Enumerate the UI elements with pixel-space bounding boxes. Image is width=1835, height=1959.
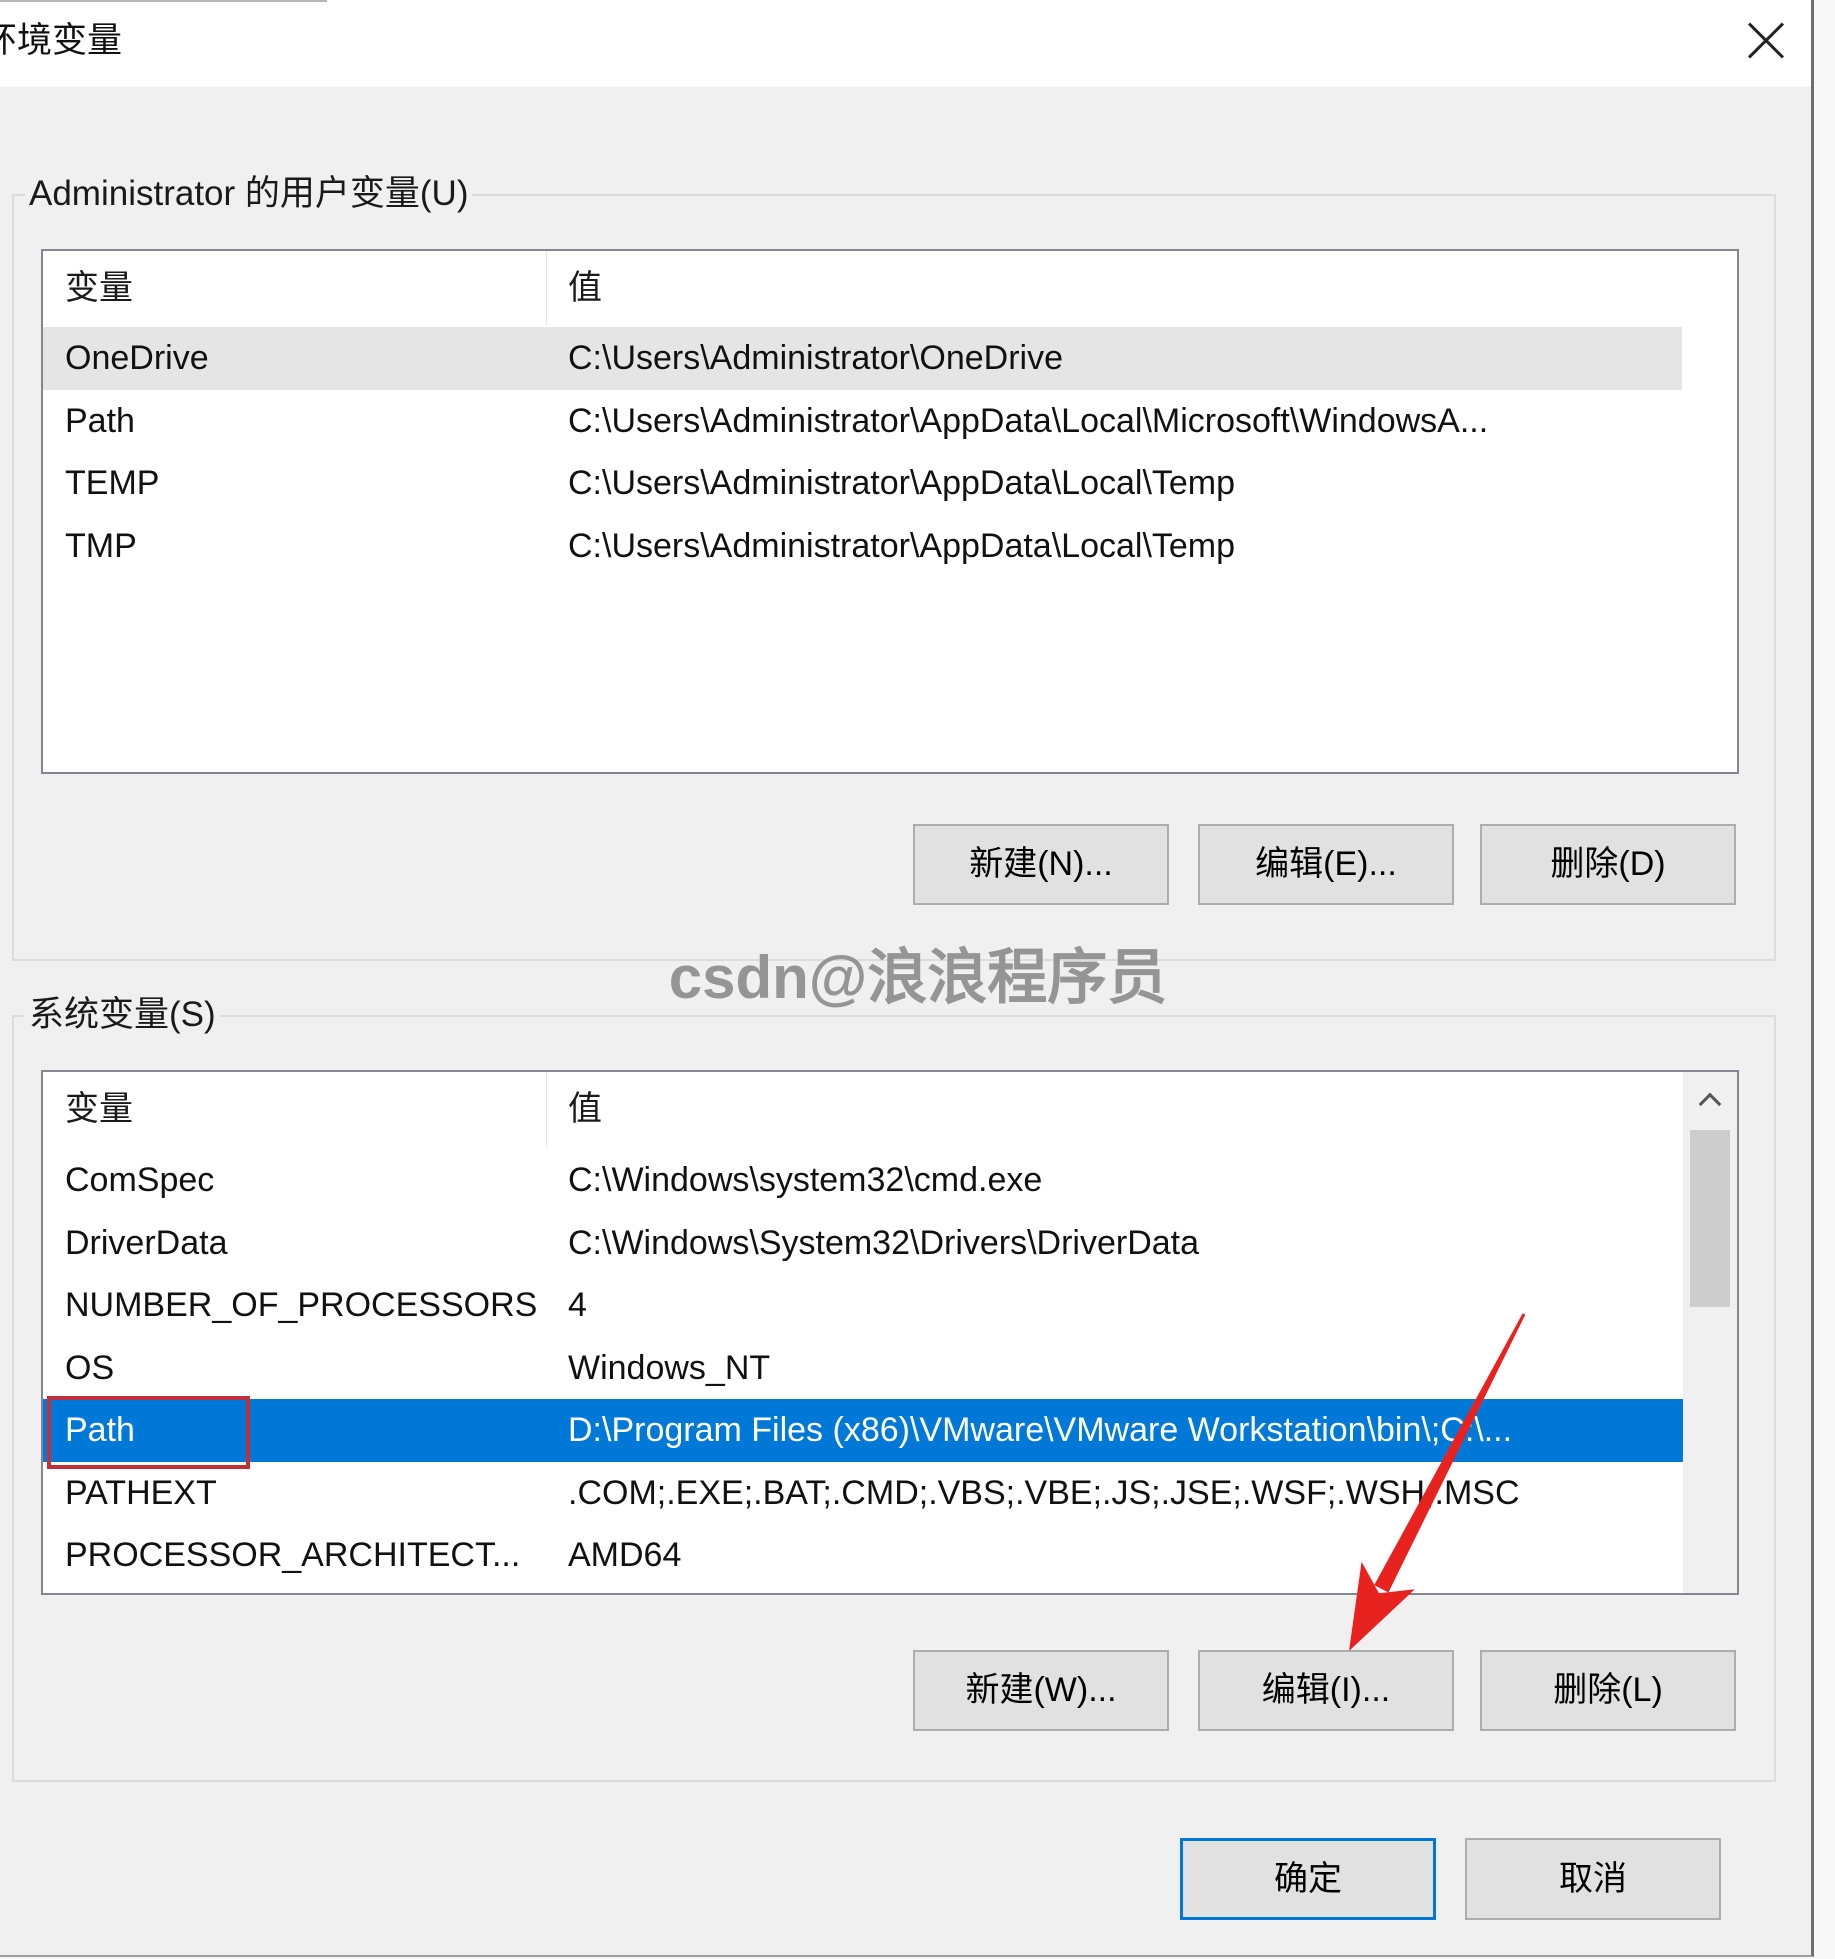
user-new-button[interactable]: 新建(N)...	[913, 824, 1169, 905]
window-title: 环境变量	[0, 21, 123, 60]
scroll-up-button[interactable]	[1683, 1072, 1737, 1128]
list-header: 变量 值	[43, 1072, 1683, 1147]
variable-value: Windows_NT	[568, 1348, 771, 1387]
user-edit-button[interactable]: 编辑(E)...	[1198, 824, 1454, 905]
environment-variables-dialog: 环境变量 Administrator 的用户变量(U) 变量 值 OneDriv…	[0, 0, 1814, 1957]
variable-value: C:\Users\Administrator\OneDrive	[568, 339, 1064, 377]
variable-value: C:\Users\Administrator\AppData\Local\Tem…	[568, 526, 1236, 565]
user-variables-label: Administrator 的用户变量(U)	[25, 171, 473, 217]
column-header-value[interactable]: 值	[547, 1072, 1683, 1147]
variable-name: DriverData	[65, 1223, 228, 1262]
table-row[interactable]: Path C:\Users\Administrator\AppData\Loca…	[43, 390, 1682, 453]
column-header-value[interactable]: 值	[547, 251, 1682, 325]
window-top-edge	[0, 0, 327, 2]
variable-name: NUMBER_OF_PROCESSORS	[65, 1286, 538, 1324]
title-bar[interactable]: 环境变量	[0, 0, 1811, 87]
scrollbar-thumb[interactable]	[1690, 1130, 1730, 1307]
variable-name: Path	[65, 401, 135, 440]
table-row[interactable]: TEMP C:\Users\Administrator\AppData\Loca…	[43, 452, 1682, 515]
variable-name: TMP	[65, 526, 137, 565]
table-row[interactable]: OS Windows_NT	[43, 1337, 1683, 1400]
vertical-scrollbar[interactable]	[1683, 1072, 1737, 1593]
cancel-button[interactable]: 取消	[1465, 1838, 1721, 1920]
table-row[interactable]: OneDrive C:\Users\Administrator\OneDrive	[43, 327, 1682, 390]
ok-button[interactable]: 确定	[1180, 1838, 1436, 1920]
variable-name: ComSpec	[65, 1161, 215, 1199]
system-variables-label: 系统变量(S)	[25, 992, 220, 1038]
variable-value: C:\Windows\System32\Drivers\DriverData	[568, 1223, 1200, 1262]
highlight-box-annotation	[47, 1396, 250, 1469]
watermark-text: csdn@浪浪程序员	[668, 944, 1168, 1011]
user-delete-button[interactable]: 删除(D)	[1480, 824, 1736, 905]
variable-value: C:\Users\Administrator\AppData\Local\Mic…	[568, 401, 1489, 440]
list-header: 变量 值	[43, 251, 1682, 325]
variable-name: PROCESSOR_ARCHITECT...	[65, 1536, 521, 1574]
list-rows: OneDrive C:\Users\Administrator\OneDrive…	[43, 327, 1682, 577]
system-delete-button[interactable]: 删除(L)	[1480, 1650, 1736, 1731]
variable-value: .COM;.EXE;.BAT;.CMD;.VBS;.VBE;.JS;.JSE;.…	[568, 1473, 1520, 1512]
variable-value: C:\Windows\system32\cmd.exe	[568, 1161, 1043, 1199]
table-row[interactable]: PATHEXT .COM;.EXE;.BAT;.CMD;.VBS;.VBE;.J…	[43, 1462, 1683, 1525]
variable-name: PATHEXT	[65, 1473, 217, 1512]
system-edit-button[interactable]: 编辑(I)...	[1198, 1650, 1454, 1731]
variable-name: OneDrive	[65, 339, 209, 377]
variable-value: D:\Program Files (x86)\VMware\VMware Wor…	[568, 1411, 1513, 1449]
variable-name: TEMP	[65, 464, 160, 502]
chevron-up-icon	[1698, 1092, 1722, 1116]
table-row[interactable]: PROCESSOR_ARCHITECT... AMD64	[43, 1524, 1683, 1587]
table-row[interactable]: NUMBER_OF_PROCESSORS 4	[43, 1274, 1683, 1337]
close-button[interactable]	[1730, 9, 1802, 71]
table-row[interactable]: TMP C:\Users\Administrator\AppData\Local…	[43, 515, 1682, 578]
table-row[interactable]: ComSpec C:\Windows\system32\cmd.exe	[43, 1149, 1683, 1212]
variable-value: AMD64	[568, 1536, 682, 1574]
variable-value: 4	[568, 1286, 587, 1324]
list-rows: ComSpec C:\Windows\system32\cmd.exe Driv…	[43, 1149, 1683, 1587]
system-variables-list[interactable]: 变量 值 ComSpec C:\Windows\system32\cmd.exe…	[41, 1070, 1739, 1595]
system-new-button[interactable]: 新建(W)...	[913, 1650, 1169, 1731]
table-row[interactable]: Path D:\Program Files (x86)\VMware\VMwar…	[43, 1399, 1683, 1462]
column-header-variable[interactable]: 变量	[43, 251, 547, 325]
variable-value: C:\Users\Administrator\AppData\Local\Tem…	[568, 464, 1236, 502]
user-variables-list[interactable]: 变量 值 OneDrive C:\Users\Administrator\One…	[41, 249, 1739, 774]
table-row[interactable]: DriverData C:\Windows\System32\Drivers\D…	[43, 1212, 1683, 1275]
variable-name: OS	[65, 1348, 115, 1387]
column-header-variable[interactable]: 变量	[43, 1072, 547, 1147]
